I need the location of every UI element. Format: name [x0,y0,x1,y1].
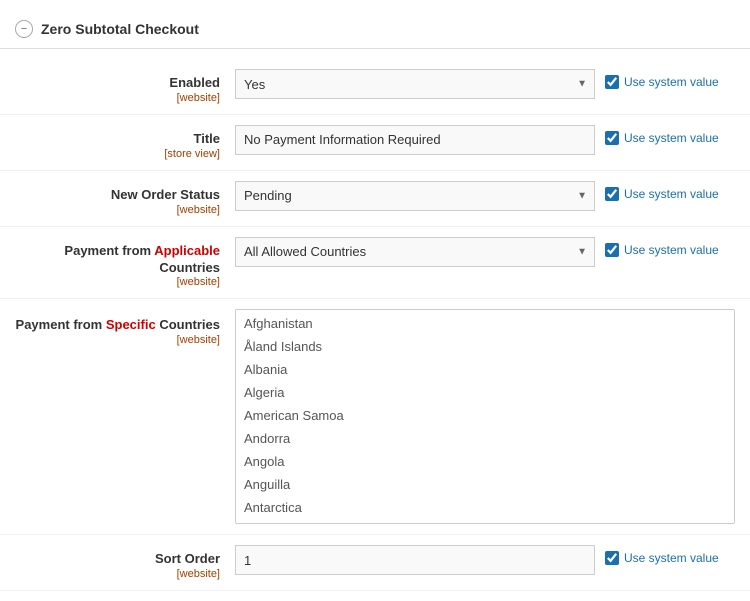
page-container: − Zero Subtotal Checkout Enabled [websit… [0,0,750,601]
title-label-cell: Title [store view] [15,125,235,160]
title-row: Title [store view] No Payment Informatio… [0,115,750,171]
enabled-label-cell: Enabled [website] [15,69,235,104]
applicable-countries-input-wrapper: All Allowed Countries Specific Countries [235,237,595,267]
order-status-select-wrapper: Pending Processing [235,181,595,211]
list-item[interactable]: Albania [236,358,734,381]
applicable-countries-label: Payment from Applicable Countries [64,243,220,275]
sort-order-label: Sort Order [155,551,220,566]
specific-countries-listbox[interactable]: Afghanistan Åland Islands Albania Algeri… [235,309,735,524]
title-system-checkbox[interactable] [605,131,619,145]
sort-order-row: Sort Order [website] 1 Use system value [0,535,750,591]
order-status-label: New Order Status [111,187,220,202]
applicable-label-highlight: Applicable [154,243,220,258]
specific-countries-listbox-wrapper: Afghanistan Åland Islands Albania Algeri… [235,309,735,524]
applicable-countries-control: All Allowed Countries Specific Countries… [235,237,735,267]
enabled-system-value: Use system value [605,69,735,89]
order-status-input-wrapper: Pending Processing [235,181,595,211]
collapse-icon: − [21,23,27,35]
applicable-countries-select[interactable]: All Allowed Countries Specific Countries [235,237,595,267]
collapse-button[interactable]: − [15,20,33,38]
specific-countries-label-cell: Payment from Specific Countries [website… [15,309,235,346]
sort-order-input[interactable]: 1 [235,545,595,575]
applicable-countries-system-checkbox[interactable] [605,243,619,257]
enabled-system-label[interactable]: Use system value [624,75,719,89]
specific-label-part2: Countries [156,317,220,332]
order-status-label-cell: New Order Status [website] [15,181,235,216]
specific-countries-control: Afghanistan Åland Islands Albania Algeri… [235,309,735,524]
order-status-control: Pending Processing Use system value [235,181,735,211]
applicable-label-part2: Countries [159,260,220,275]
order-status-system-label[interactable]: Use system value [624,187,719,201]
list-item[interactable]: Afghanistan [236,312,734,335]
list-item[interactable]: Andorra [236,427,734,450]
enabled-select[interactable]: Yes No [235,69,595,99]
sort-order-input-wrapper: 1 [235,545,595,575]
specific-label-part1: Payment from [16,317,106,332]
order-status-system-value: Use system value [605,181,735,201]
list-item[interactable]: Åland Islands [236,335,734,358]
sort-order-system-label[interactable]: Use system value [624,551,719,565]
applicable-countries-row: Payment from Applicable Countries [websi… [0,227,750,300]
enabled-select-wrapper: Yes No [235,69,595,99]
list-item[interactable]: Antigua and Barbuda [236,519,734,524]
specific-countries-label: Payment from Specific Countries [16,317,220,332]
list-item[interactable]: American Samoa [236,404,734,427]
title-control: No Payment Information Required Use syst… [235,125,735,155]
section-title: Zero Subtotal Checkout [41,21,199,37]
enabled-label: Enabled [169,75,220,90]
title-system-label[interactable]: Use system value [624,131,719,145]
applicable-countries-system-value: Use system value [605,237,735,257]
order-status-row: New Order Status [website] Pending Proce… [0,171,750,227]
enabled-row: Enabled [website] Yes No Use system valu… [0,59,750,115]
title-label: Title [194,131,221,146]
specific-countries-row: Payment from Specific Countries [website… [0,299,750,535]
order-status-system-checkbox[interactable] [605,187,619,201]
title-system-value: Use system value [605,125,735,145]
list-item[interactable]: Angola [236,450,734,473]
title-input-wrapper: No Payment Information Required [235,125,595,155]
applicable-label-part1: Payment from [64,243,154,258]
sort-order-system-checkbox[interactable] [605,551,619,565]
enabled-scope: [website] [15,92,220,104]
sort-order-system-value: Use system value [605,545,735,565]
specific-countries-scope: [website] [15,334,220,346]
list-item[interactable]: Anguilla [236,473,734,496]
applicable-countries-system-label[interactable]: Use system value [624,243,719,257]
list-item[interactable]: Antarctica [236,496,734,519]
sort-order-control: 1 Use system value [235,545,735,575]
sort-order-scope: [website] [15,568,220,580]
applicable-countries-label-cell: Payment from Applicable Countries [websi… [15,237,235,289]
order-status-select[interactable]: Pending Processing [235,181,595,211]
section-header: − Zero Subtotal Checkout [0,10,750,49]
list-item[interactable]: Algeria [236,381,734,404]
enabled-input-wrapper: Yes No [235,69,595,99]
applicable-countries-select-wrapper: All Allowed Countries Specific Countries [235,237,595,267]
enabled-control: Yes No Use system value [235,69,735,99]
applicable-countries-scope: [website] [15,276,220,288]
enabled-system-checkbox[interactable] [605,75,619,89]
order-status-scope: [website] [15,204,220,216]
title-input[interactable]: No Payment Information Required [235,125,595,155]
specific-label-highlight: Specific [106,317,156,332]
sort-order-label-cell: Sort Order [website] [15,545,235,580]
title-scope: [store view] [15,148,220,160]
